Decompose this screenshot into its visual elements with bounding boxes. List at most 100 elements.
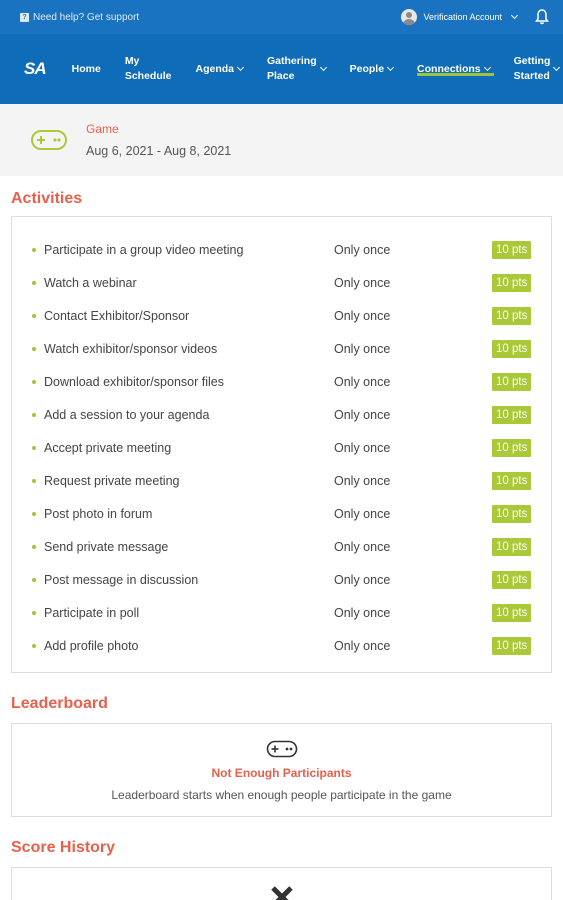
bullet-icon [32, 610, 36, 615]
bullet-icon [32, 445, 36, 450]
activity-row: Accept private meeting Only once 10 pts [12, 431, 551, 464]
account-menu[interactable]: Verification Account [401, 9, 519, 25]
activity-name: Add profile photo [44, 638, 139, 653]
nav-item-label: People [349, 62, 385, 75]
activity-frequency: Only once [334, 407, 391, 422]
topbar-right: Verification Account [401, 9, 549, 25]
activity-frequency: Only once [334, 506, 391, 521]
leaderboard-empty-message: Leaderboard starts when enough people pa… [111, 788, 452, 802]
bell-icon[interactable] [535, 9, 549, 25]
activity-row: Participate in a group video meeting Only… [12, 233, 551, 266]
points-badge: 10 pts [492, 405, 532, 424]
bullet-icon [32, 478, 36, 483]
gamepad-icon [31, 130, 67, 150]
activities-card: Participate in a group video meeting Only… [11, 216, 552, 673]
activity-name: Watch a webinar [44, 275, 137, 290]
nav-item-getting-started[interactable]: Getting Started [502, 34, 563, 104]
nav-item-people[interactable]: People [338, 34, 405, 104]
nav-item-label: Getting Started [513, 55, 551, 82]
activities-title: Activities [11, 190, 83, 207]
chevron-down-icon [387, 63, 395, 71]
activity-name: Post message in discussion [44, 572, 199, 587]
chevron-down-icon [236, 63, 245, 71]
chevron-down-icon [483, 63, 491, 71]
activity-row: Watch a webinar Only once 10 pts [12, 266, 551, 299]
game-header: Game Aug 6, 2021 - Aug 8, 2021 [0, 104, 563, 176]
nav-item-gathering-place[interactable]: Gathering Place [255, 34, 338, 104]
game-type-label: Game [86, 122, 119, 136]
activity-frequency: Only once [334, 539, 391, 554]
bullet-icon [32, 247, 36, 252]
activity-name: Send private message [44, 539, 169, 554]
game-dates: Aug 6, 2021 - Aug 8, 2021 [86, 144, 232, 158]
bullet-icon [32, 643, 36, 648]
points-badge: 10 pts [492, 306, 532, 325]
bullet-icon [32, 511, 36, 516]
activity-row: Participate in poll Only once 10 pts [12, 596, 551, 629]
activity-name: Download exhibitor/sponsor files [44, 374, 224, 389]
points-badge: 10 pts [492, 240, 532, 259]
activity-row: Post message in discussion Only once 10 pt… [12, 563, 551, 596]
nav-item-label: Gathering Place [267, 55, 317, 82]
bullet-icon [32, 379, 36, 384]
points-badge: 10 pts [492, 603, 532, 622]
activity-name: Watch exhibitor/sponsor videos [44, 341, 218, 356]
gamepad-icon [266, 740, 297, 758]
score-history-title: Score History [11, 839, 116, 856]
points-badge: 10 pts [492, 438, 532, 457]
logo[interactable]: SA [24, 59, 47, 79]
nav-item-connections[interactable]: Connections [405, 34, 502, 104]
nav-item-my-schedule[interactable]: My Schedule [113, 34, 184, 104]
activity-frequency: Only once [334, 341, 391, 356]
help-link[interactable]: ? Need help? Get support [20, 12, 139, 23]
nav-item-label: Connections [417, 62, 481, 75]
activity-name: Participate in poll [44, 605, 140, 620]
bullet-icon [32, 577, 36, 582]
nav-item-label: Home [71, 62, 101, 75]
bullet-icon [32, 412, 36, 417]
utility-bar: ? Need help? Get support Verification Ac… [0, 0, 563, 34]
main-nav: SA Home My Schedule Agenda Gathering Place P… [0, 34, 563, 104]
nav-item-label: My Schedule [124, 55, 172, 82]
points-badge: 10 pts [492, 471, 532, 490]
chevron-down-icon [553, 63, 561, 71]
nav-list: Home My Schedule Agenda Gathering Place Peop… [60, 34, 563, 104]
activity-frequency: Only once [334, 572, 391, 587]
activity-name: Post photo in forum [44, 506, 153, 521]
nav-item-agenda[interactable]: Agenda [184, 34, 256, 104]
avatar [401, 9, 418, 25]
score-history-card [11, 867, 552, 900]
bullet-icon [32, 313, 36, 318]
activity-frequency: Only once [334, 374, 391, 389]
bullet-icon [32, 280, 36, 285]
activity-row: Add profile photo Only once 10 pts [12, 629, 551, 662]
activity-name: Request private meeting [44, 473, 180, 488]
activity-row: Download exhibitor/sponsor files Only onc… [12, 365, 551, 398]
activity-frequency: Only once [334, 638, 391, 653]
bullet-icon [32, 346, 36, 351]
points-badge: 10 pts [492, 372, 532, 391]
activity-frequency: Only once [334, 473, 391, 488]
points-badge: 10 pts [492, 537, 532, 556]
nav-item-label: Agenda [195, 62, 235, 75]
activity-name: Accept private meeting [44, 440, 172, 455]
nav-item-home[interactable]: Home [60, 34, 113, 104]
activity-row: Contact Exhibitor/Sponsor Only once 10 pts [12, 299, 551, 332]
activity-row: Add a session to your agenda Only once 10 … [12, 398, 551, 431]
close-icon [270, 886, 293, 900]
game-info: Game Aug 6, 2021 - Aug 8, 2021 [86, 122, 231, 158]
activity-frequency: Only once [334, 275, 391, 290]
activity-name: Contact Exhibitor/Sponsor [44, 308, 190, 323]
leaderboard-card: Not Enough Participants Leaderboard star… [11, 723, 552, 817]
help-label: Need help? Get support [33, 11, 140, 23]
points-badge: 10 pts [492, 273, 532, 292]
activity-frequency: Only once [334, 440, 391, 455]
points-badge: 10 pts [492, 570, 532, 589]
account-name: Verification Account [423, 12, 502, 22]
activity-frequency: Only once [334, 242, 391, 257]
points-badge: 10 pts [492, 504, 532, 523]
help-icon: ? [20, 12, 29, 22]
activity-frequency: Only once [334, 605, 391, 620]
activity-name: Participate in a group video meeting [44, 242, 244, 257]
activity-row: Post photo in forum Only once 10 pts [12, 497, 551, 530]
